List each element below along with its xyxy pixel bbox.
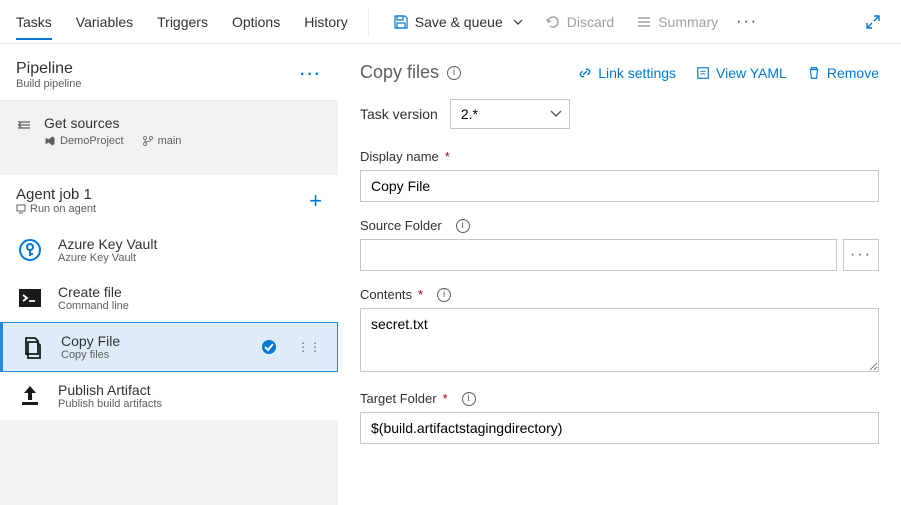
get-sources-item[interactable]: Get sources DemoProject main: [0, 101, 338, 159]
branch-icon: [142, 135, 154, 147]
agent-job-item[interactable]: Agent job 1 Run on agent +: [0, 175, 338, 226]
undo-icon: [545, 14, 561, 30]
list-icon: [636, 14, 652, 30]
tab-history[interactable]: History: [304, 4, 348, 40]
link-settings-button[interactable]: Link settings: [578, 65, 676, 81]
task-title: Copy File: [61, 333, 120, 349]
view-yaml-label: View YAML: [716, 65, 787, 81]
task-item-keyvault[interactable]: Azure Key Vault Azure Key Vault: [0, 226, 338, 274]
pipeline-subtitle: Build pipeline: [16, 78, 81, 90]
discard-button[interactable]: Discard: [541, 8, 618, 36]
remove-button[interactable]: Remove: [807, 65, 879, 81]
task-title: Create file: [58, 284, 129, 300]
task-item-createfile[interactable]: Create file Command line: [0, 274, 338, 322]
add-task-button[interactable]: +: [309, 188, 322, 214]
link-settings-label: Link settings: [598, 65, 676, 81]
status-ok-icon: [261, 339, 277, 355]
save-icon: [393, 14, 409, 30]
remove-label: Remove: [827, 65, 879, 81]
tab-options[interactable]: Options: [232, 4, 280, 40]
yaml-icon: [696, 66, 710, 80]
branch-indicator: main: [142, 135, 182, 147]
info-icon[interactable]: i: [437, 288, 451, 302]
required-indicator: *: [443, 391, 448, 406]
task-item-copyfile[interactable]: Copy File Copy files ⋮⋮: [0, 322, 338, 372]
pipeline-more-button[interactable]: ···: [300, 66, 322, 84]
pipeline-title: Pipeline: [16, 60, 81, 78]
detail-title: Copy files: [360, 62, 439, 83]
info-icon[interactable]: i: [456, 219, 470, 233]
copyfiles-icon: [19, 333, 47, 361]
task-subtitle: Command line: [58, 300, 129, 312]
summary-label: Summary: [658, 14, 718, 30]
contents-textarea[interactable]: secret.txt: [360, 308, 879, 372]
fullscreen-icon[interactable]: [861, 10, 885, 34]
task-version-label: Task version: [360, 106, 438, 122]
tab-tasks[interactable]: Tasks: [16, 4, 52, 40]
task-title: Azure Key Vault: [58, 236, 157, 252]
source-folder-label: Source Folder: [360, 218, 442, 233]
chevron-down-icon: [513, 19, 523, 25]
browse-button[interactable]: ···: [843, 239, 879, 271]
task-subtitle: Azure Key Vault: [58, 252, 157, 264]
project-name: DemoProject: [60, 135, 124, 147]
task-subtitle: Copy files: [61, 349, 120, 361]
save-queue-button[interactable]: Save & queue: [389, 8, 527, 36]
display-name-input[interactable]: [360, 170, 879, 202]
target-folder-label: Target Folder: [360, 391, 437, 406]
target-folder-input[interactable]: [360, 412, 879, 444]
save-queue-label: Save & queue: [415, 14, 503, 30]
link-icon: [578, 66, 592, 80]
agent-job-subtitle: Run on agent: [30, 203, 96, 215]
more-actions-button[interactable]: ···: [736, 13, 758, 31]
get-sources-title: Get sources: [44, 115, 181, 131]
keyvault-icon: [16, 236, 44, 264]
required-indicator: *: [418, 287, 423, 302]
tab-triggers[interactable]: Triggers: [157, 4, 208, 40]
project-indicator: DemoProject: [44, 135, 124, 147]
info-icon[interactable]: i: [462, 392, 476, 406]
summary-button[interactable]: Summary: [632, 8, 722, 36]
vs-icon: [44, 135, 56, 147]
branch-name: main: [158, 135, 182, 147]
trash-icon: [807, 66, 821, 80]
agent-job-title: Agent job 1: [16, 186, 96, 203]
task-item-publish[interactable]: Publish Artifact Publish build artifacts: [0, 372, 338, 420]
task-subtitle: Publish build artifacts: [58, 398, 162, 410]
view-yaml-button[interactable]: View YAML: [696, 65, 787, 81]
tab-variables[interactable]: Variables: [76, 4, 133, 40]
display-name-label: Display name: [360, 149, 439, 164]
drag-handle-icon[interactable]: ⋮⋮: [297, 345, 321, 350]
discard-label: Discard: [567, 14, 614, 30]
agent-icon: [16, 204, 26, 214]
task-version-select[interactable]: 2.*: [450, 99, 570, 129]
sources-icon: [16, 117, 32, 133]
required-indicator: *: [445, 149, 450, 164]
publish-icon: [16, 382, 44, 410]
info-icon[interactable]: i: [447, 66, 461, 80]
task-title: Publish Artifact: [58, 382, 162, 398]
source-folder-input[interactable]: [360, 239, 837, 271]
contents-label: Contents: [360, 287, 412, 302]
commandline-icon: [16, 284, 44, 312]
